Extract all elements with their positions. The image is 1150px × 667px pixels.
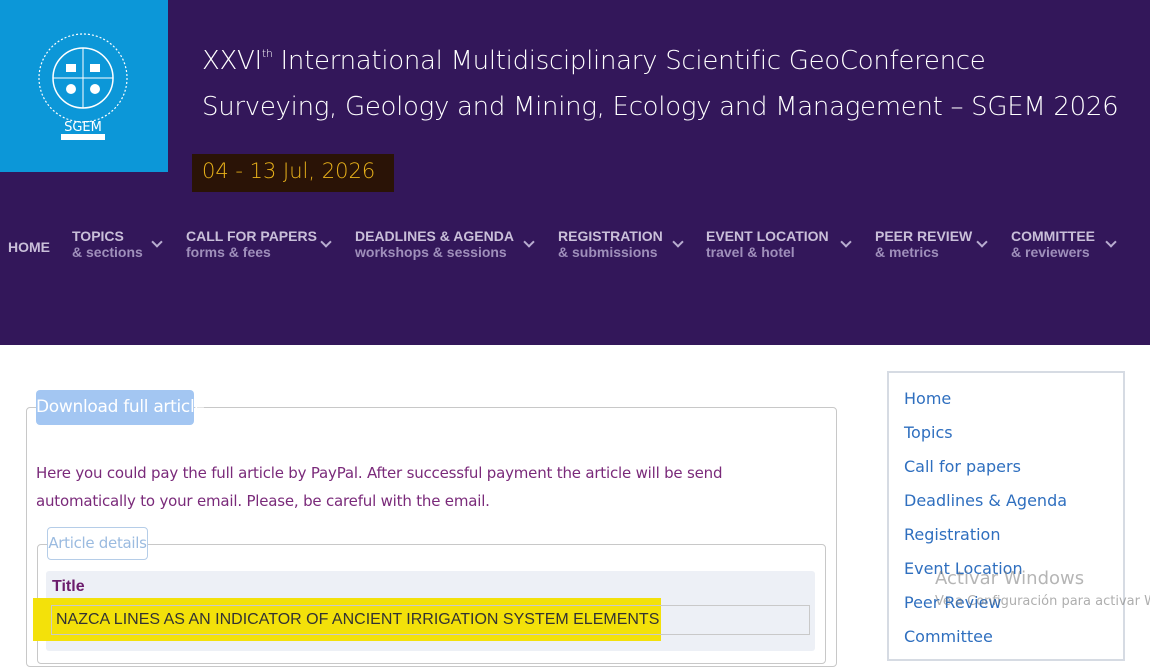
nav-peer-review-label: PEER REVIEW: [875, 228, 973, 244]
title-label: Title: [52, 578, 85, 595]
nav-peer-review-sublabel: & metrics: [875, 244, 939, 260]
sgem-logo-icon: SGEM: [38, 33, 128, 140]
conference-dates: 04 - 13 Jul, 2026: [192, 154, 394, 192]
nav-committee-label: COMMITTEE: [1011, 228, 1095, 244]
chevron-down-icon: [151, 236, 163, 248]
conference-title: XXVIth International Multidisciplinary S…: [202, 46, 986, 76]
nav-registration-label: REGISTRATION: [558, 228, 663, 244]
nav-deadlines-agenda[interactable]: DEADLINES & AGENDA workshops & sessions: [355, 228, 535, 260]
sidebar: [887, 371, 1125, 661]
nav-peer-review[interactable]: PEER REVIEW & metrics: [875, 228, 988, 260]
site-header: SGEM XXVIth International Multidisciplin…: [0, 0, 1150, 345]
nav-registration[interactable]: REGISTRATION & submissions: [558, 228, 684, 260]
paypal-instructions: Here you could pay the full article by P…: [36, 464, 723, 510]
nav-committee[interactable]: COMMITTEE & reviewers: [1011, 228, 1117, 260]
nav-deadlines-agenda-sublabel: workshops & sessions: [355, 244, 507, 260]
nav-deadlines-agenda-label: DEADLINES & AGENDA: [355, 228, 514, 244]
sidebar-item-deadlines-agenda[interactable]: Deadlines & Agenda: [904, 491, 1067, 510]
svg-text:SGEM: SGEM: [64, 120, 102, 135]
nav-topics-sublabel: & sections: [72, 244, 143, 260]
nav-call-for-papers-label: CALL FOR PAPERS: [186, 228, 317, 244]
chevron-down-icon: [1105, 236, 1117, 248]
nav-committee-sublabel: & reviewers: [1011, 244, 1090, 260]
sidebar-item-topics[interactable]: Topics: [904, 423, 953, 442]
sidebar-item-committee[interactable]: Committee: [904, 627, 993, 646]
sidebar-item-registration[interactable]: Registration: [904, 525, 1000, 544]
title-field[interactable]: NAZCA LINES AS AN INDICATOR OF ANCIENT I…: [51, 605, 810, 635]
download-full-article-button[interactable]: Download full article: [36, 390, 205, 425]
nav-registration-sublabel: & submissions: [558, 244, 658, 260]
chevron-down-icon: [523, 236, 535, 248]
conference-subtitle: Surveying, Geology and Mining, Ecology a…: [202, 92, 1119, 122]
conference-dates-text: 04 - 13 Jul, 2026: [202, 159, 376, 183]
chevron-down-icon: [840, 236, 852, 248]
nav-event-location-sublabel: travel & hotel: [706, 244, 795, 260]
nav-topics-label: TOPICS: [72, 228, 124, 244]
main-nav: HOME TOPICS & sections CALL FOR PAPERS f…: [0, 228, 1150, 268]
activation-watermark-title: Activar Windows: [935, 568, 1085, 589]
nav-call-for-papers-sublabel: forms & fees: [186, 244, 271, 260]
nav-event-location[interactable]: EVENT LOCATION travel & hotel: [706, 228, 852, 260]
sidebar-item-call-for-papers[interactable]: Call for papers: [904, 457, 1021, 476]
chevron-down-icon: [976, 236, 988, 248]
sgem-logo[interactable]: SGEM: [0, 0, 168, 172]
article-details-legend: Article details: [47, 527, 148, 560]
sidebar-item-home[interactable]: Home: [904, 389, 951, 408]
chevron-down-icon: [320, 236, 332, 248]
activation-watermark-subtitle: Ve a Configuración para activar Windows.: [935, 594, 1150, 609]
nav-home[interactable]: HOME: [8, 239, 50, 255]
chevron-down-icon: [672, 236, 684, 248]
nav-call-for-papers[interactable]: CALL FOR PAPERS forms & fees: [186, 228, 332, 260]
nav-event-location-label: EVENT LOCATION: [706, 228, 829, 244]
nav-topics[interactable]: TOPICS & sections: [72, 228, 163, 260]
